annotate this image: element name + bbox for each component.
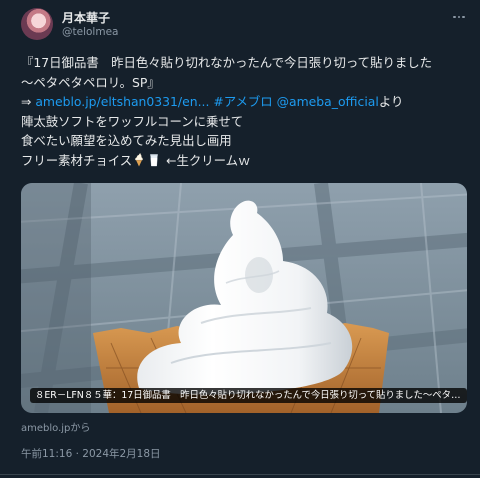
- hashtag-link[interactable]: #アメブロ: [213, 94, 272, 109]
- tweet-line-4: 陣太鼓ソフトをワッフルコーンに乗せて: [21, 113, 244, 129]
- line6-prefix: フリー素材チョイス: [21, 152, 133, 168]
- link-card[interactable]: ８ER－LFN８５華：17日御品書 昨日色々貼り切れなかったんで今日張り切って貼…: [21, 183, 467, 413]
- card-caption: ８ER－LFN８５華：17日御品書 昨日色々貼り切れなかったんで今日張り切って貼…: [30, 388, 467, 403]
- tweet-line-5: 食べたい願望を込めてみた見出し画用: [21, 133, 232, 149]
- suffix-text: より: [378, 94, 404, 110]
- tweet: 月本華子 @telolmea 『17日御品書 昨日色々貼り切れなかったんで今日張…: [0, 0, 480, 478]
- mention-link[interactable]: @ameba_official: [277, 94, 379, 109]
- tweet-text: 『17日御品書 昨日色々貼り切れなかったんで今日張り切って貼りました ～ペタペタ…: [21, 53, 466, 171]
- card-image: [21, 183, 467, 413]
- avatar[interactable]: [21, 8, 53, 40]
- display-name[interactable]: 月本華子: [62, 9, 110, 26]
- timestamp[interactable]: 午前11:16 · 2024年2月18日: [21, 446, 161, 461]
- divider: [0, 474, 480, 475]
- tweet-line-1: 『17日御品書 昨日色々貼り切れなかったんで今日張り切って貼りました: [21, 55, 433, 70]
- tweet-line-6: フリー素材チョイス ←生クリームｗ: [21, 151, 466, 171]
- card-source[interactable]: ameblo.jpから: [21, 419, 90, 434]
- soft-serve-icon: [135, 152, 143, 167]
- tweet-line-2: ～ペタペタペロリ。SP』: [21, 74, 160, 90]
- user-handle[interactable]: @telolmea: [62, 26, 118, 38]
- milk-cup-icon: [150, 154, 158, 167]
- more-options-button[interactable]: [448, 8, 470, 26]
- tweet-line-3: ⇒ ameblo.jp/eltshan0331/en... #アメブロ @ame…: [21, 92, 466, 112]
- blog-link[interactable]: ameblo.jp/eltshan0331/en...: [35, 94, 209, 109]
- more-dots-icon: [453, 15, 456, 19]
- line6-suffix: ←生クリームｗ: [162, 152, 251, 168]
- arrow-text: ⇒: [21, 94, 36, 110]
